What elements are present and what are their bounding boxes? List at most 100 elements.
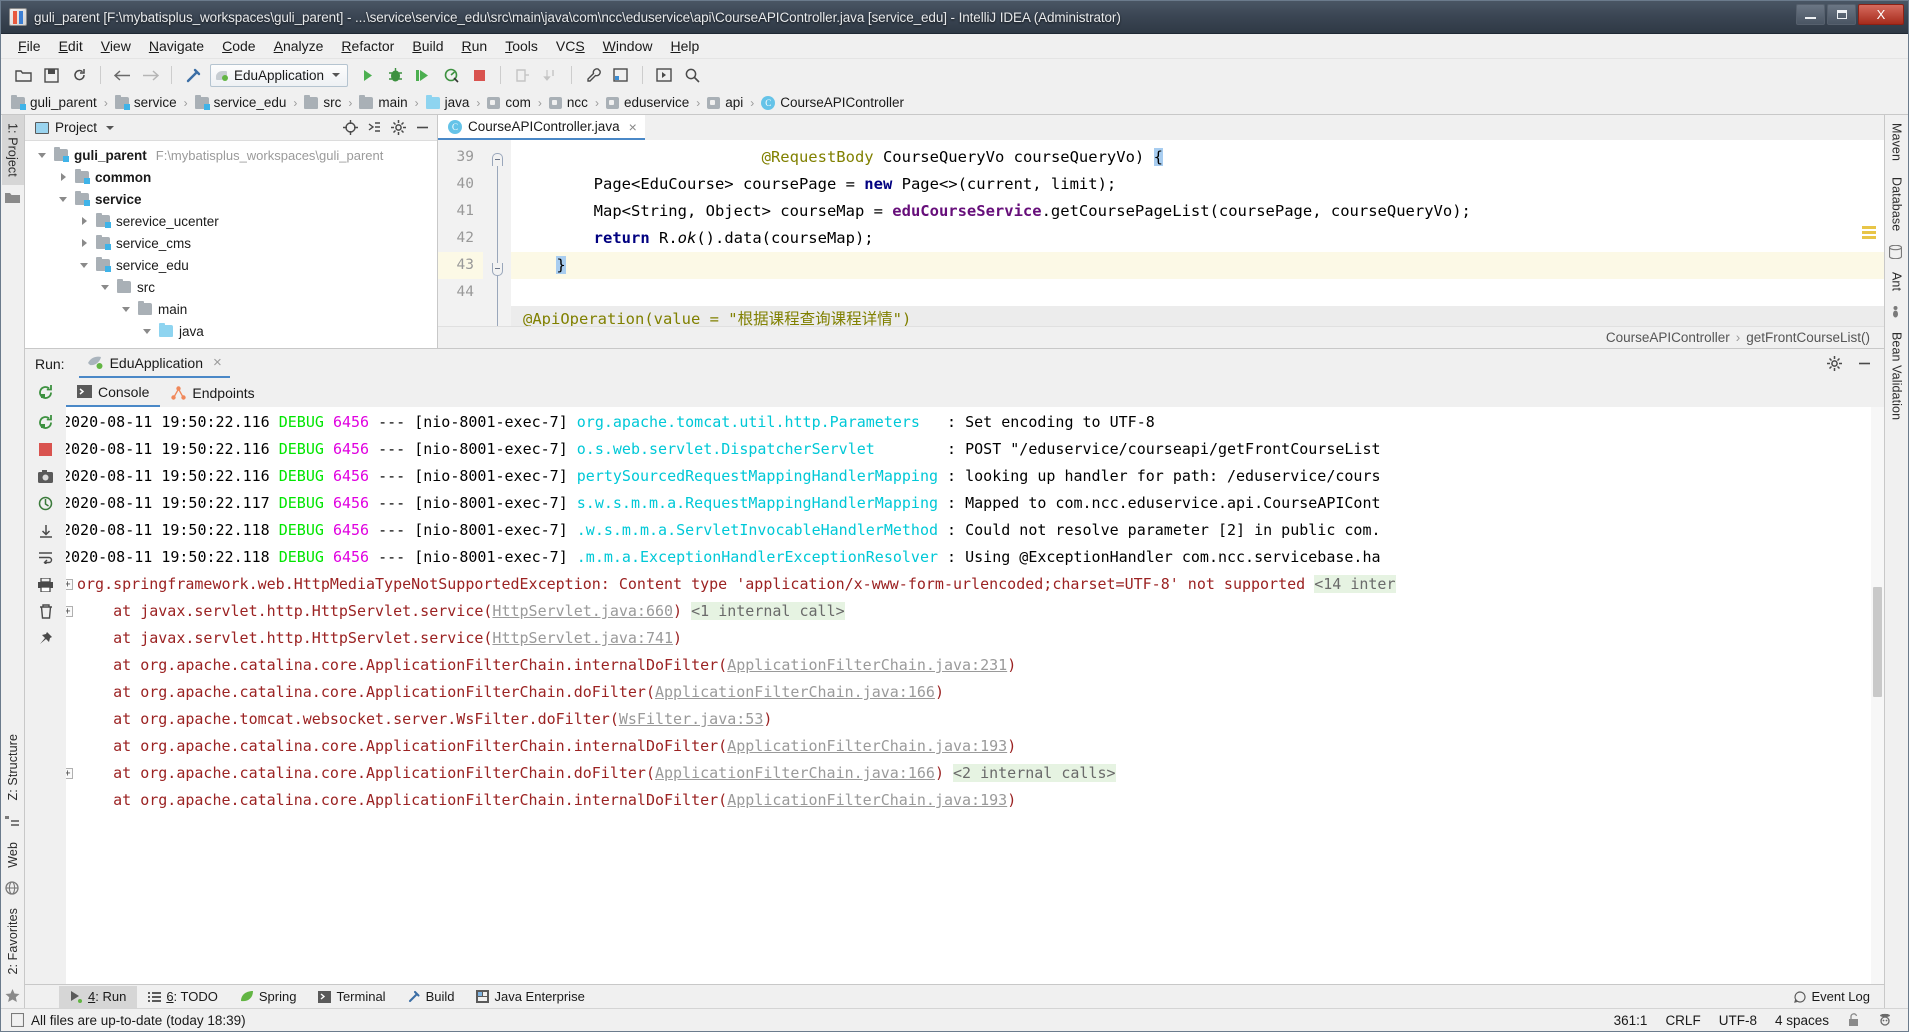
menu-refactor[interactable]: Refactor	[332, 35, 403, 57]
console-stack-frame[interactable]: at org.apache.catalina.core.ApplicationF…	[66, 652, 1884, 679]
tree-node-src[interactable]: src	[25, 276, 437, 298]
line-number[interactable]: 42	[438, 225, 483, 252]
tree-node-service_edu[interactable]: service_edu	[25, 254, 437, 276]
tab-course-api-controller[interactable]: C CourseAPIController.java ×	[438, 115, 645, 140]
fold-marker-open[interactable]	[491, 153, 503, 166]
sync-icon[interactable]	[66, 63, 92, 87]
breadcrumb-class[interactable]: CourseAPIController	[1606, 330, 1730, 345]
run-anything-icon[interactable]	[651, 63, 677, 87]
unlocked-icon[interactable]	[1838, 1013, 1869, 1027]
locate-target-icon[interactable]	[341, 119, 359, 137]
dump-threads-icon[interactable]	[33, 490, 59, 517]
chevron-down-icon[interactable]	[35, 152, 49, 158]
menu-file[interactable]: File	[9, 35, 50, 57]
console-stack-frame[interactable]: at javax.servlet.http.HttpServlet.servic…	[66, 625, 1884, 652]
line-number[interactable]: 41	[438, 198, 483, 225]
breadcrumb-item-service_edu[interactable]: service_edu	[194, 94, 286, 110]
code-line-40[interactable]: Page<EduCourse> coursePage = new Page<>(…	[511, 171, 1884, 198]
code-lines[interactable]: @RequestBody CourseQueryVo courseQueryVo…	[511, 140, 1884, 348]
settings-wrench-icon[interactable]	[580, 63, 606, 87]
tree-node-guli_parent[interactable]: guli_parent F:\mybatisplus_workspaces\gul…	[25, 144, 437, 166]
code-area[interactable]: 39 40 41 42 43 44 @RequestBody CourseQueryVo …	[438, 140, 1884, 348]
hector-inspection-icon[interactable]	[1869, 1013, 1908, 1027]
line-number[interactable]: 44	[438, 279, 483, 306]
expand-icon[interactable]: +	[66, 579, 73, 590]
console-stack-frame[interactable]: at org.apache.catalina.core.ApplicationF…	[66, 733, 1884, 760]
chevron-right-icon[interactable]	[56, 173, 70, 181]
sidebar-item-favorites[interactable]: 2: Favorites	[2, 900, 24, 983]
stack-frame-link[interactable]: ApplicationFilterChain.java:193	[727, 737, 1007, 755]
breadcrumb-method[interactable]: getFrontCourseList()	[1746, 330, 1870, 345]
bottom-tab-spring[interactable]: Spring	[229, 986, 308, 1008]
bottom-tab-terminal[interactable]: Terminal	[307, 986, 396, 1008]
sidebar-item-maven[interactable]: Maven	[1886, 115, 1908, 169]
gear-icon[interactable]	[1824, 354, 1844, 374]
chevron-down-icon[interactable]	[140, 328, 154, 334]
sidebar-item-web[interactable]: Web	[2, 834, 24, 876]
breadcrumb-item-eduservice[interactable]: eduservice	[605, 95, 689, 110]
breadcrumb-item-main[interactable]: main	[359, 94, 408, 110]
tree-node-service[interactable]: service	[25, 188, 437, 210]
sidebar-item-database[interactable]: Database	[1886, 169, 1908, 239]
console-stack-frame[interactable]: at org.apache.catalina.core.ApplicationF…	[66, 787, 1884, 814]
stack-frame-link[interactable]: HttpServlet.java:660	[492, 602, 673, 620]
menu-navigate[interactable]: Navigate	[140, 35, 213, 57]
run-configuration-selector[interactable]: EduApplication	[210, 63, 349, 87]
collapse-all-icon[interactable]	[365, 119, 383, 137]
console-stack-frame[interactable]: + at org.apache.catalina.core.Applicatio…	[66, 760, 1884, 787]
search-everywhere-icon[interactable]	[679, 63, 705, 87]
menu-window[interactable]: Window	[594, 35, 662, 57]
stop-icon[interactable]	[33, 436, 59, 463]
console-output[interactable]: 2020-08-11 19:50:22.116 DEBUG 6456 --- […	[66, 407, 1884, 984]
menu-code[interactable]: Code	[213, 35, 264, 57]
caret-position[interactable]: 361:1	[1605, 1013, 1657, 1028]
stack-frame-link[interactable]: HttpServlet.java:741	[492, 629, 673, 647]
run-coverage-icon[interactable]	[410, 63, 436, 87]
tree-node-java[interactable]: java	[25, 320, 437, 342]
minimize-button[interactable]	[1796, 4, 1825, 25]
event-log-button[interactable]: Event Log	[1794, 989, 1884, 1004]
print-icon[interactable]	[33, 571, 59, 598]
maximize-button[interactable]	[1827, 4, 1856, 25]
tab-console[interactable]: Console	[66, 378, 161, 407]
profile-icon[interactable]	[438, 63, 464, 87]
stack-frame-link[interactable]: ApplicationFilterChain.java:193	[727, 791, 1007, 809]
screenshot-icon[interactable]	[33, 463, 59, 490]
bottom-tab-build[interactable]: Build	[397, 986, 466, 1008]
menu-analyze[interactable]: Analyze	[265, 35, 333, 57]
sidebar-item-project[interactable]: 1: Project	[1, 115, 24, 185]
code-line-43[interactable]: }	[511, 252, 1884, 279]
build-hammer-icon[interactable]	[180, 63, 206, 87]
chevron-right-icon[interactable]	[77, 217, 91, 225]
chevron-down-icon[interactable]	[56, 196, 70, 202]
breadcrumb-item-service[interactable]: service	[114, 94, 177, 110]
gear-icon[interactable]	[389, 119, 407, 137]
code-line-41[interactable]: Map<String, Object> courseMap = eduCours…	[511, 198, 1884, 225]
chevron-down-icon[interactable]	[106, 125, 115, 130]
breadcrumb-item-api[interactable]: api	[707, 95, 743, 110]
scrollbar-thumb[interactable]	[1873, 587, 1882, 697]
sidebar-item-structure[interactable]: Z: Structure	[2, 726, 24, 809]
breadcrumb-item-courseapicontroller[interactable]: C CourseAPIController	[761, 95, 904, 110]
menu-run[interactable]: Run	[452, 35, 496, 57]
menu-tools[interactable]: Tools	[496, 35, 547, 57]
line-separator[interactable]: CRLF	[1656, 1013, 1709, 1028]
scroll-to-end-icon[interactable]	[33, 517, 59, 544]
stack-frame-link[interactable]: ApplicationFilterChain.java:166	[655, 764, 935, 782]
console-scrollbar[interactable]	[1871, 407, 1884, 984]
chevron-down-icon[interactable]	[77, 262, 91, 268]
project-structure-icon[interactable]	[608, 63, 634, 87]
run-tab-eduapplication[interactable]: EduApplication ×	[78, 349, 230, 378]
console-stack-frame[interactable]: + at javax.servlet.http.HttpServlet.serv…	[66, 598, 1884, 625]
tree-node-common[interactable]: common	[25, 166, 437, 188]
sidebar-item-ant[interactable]: Ant	[1886, 264, 1908, 299]
back-arrow-icon[interactable]	[109, 63, 135, 87]
tab-endpoints[interactable]: Endpoints	[160, 378, 265, 407]
indent-setting[interactable]: 4 spaces	[1766, 1013, 1838, 1028]
stack-frame-link[interactable]: ApplicationFilterChain.java:231	[727, 656, 1007, 674]
close-icon[interactable]: ×	[629, 119, 637, 135]
bottom-tab-todo[interactable]: 6: TODO	[137, 986, 229, 1008]
close-icon[interactable]: ×	[213, 354, 222, 371]
code-line-44[interactable]	[511, 279, 1884, 306]
rerun-icon[interactable]	[25, 384, 66, 401]
